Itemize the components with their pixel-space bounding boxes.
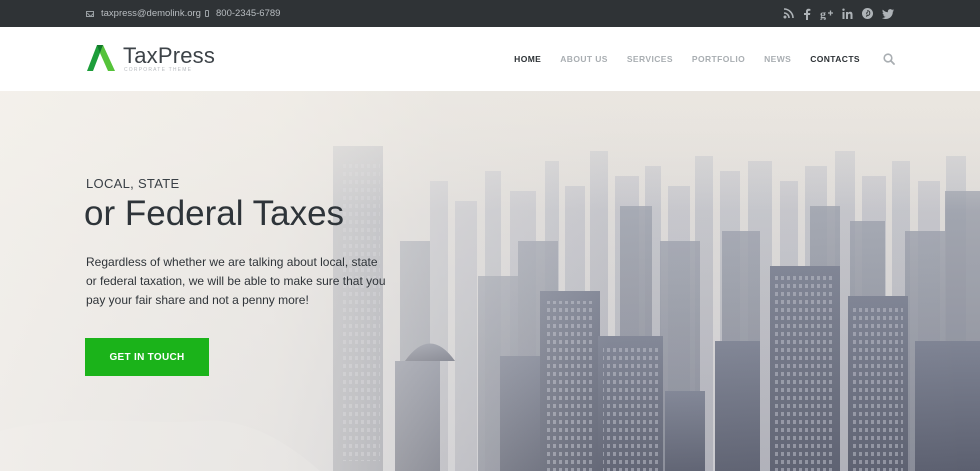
svg-text:g: g — [820, 8, 826, 20]
email-text[interactable]: taxpress@demolink.org — [101, 8, 201, 19]
contact-phone[interactable]: 800-2345-6789 — [205, 0, 280, 27]
google-plus-icon[interactable]: g — [820, 8, 833, 20]
pinterest-icon[interactable] — [862, 8, 873, 19]
phone-text[interactable]: 800-2345-6789 — [216, 8, 280, 19]
hero-paragraph: Regardless of whether we are talking abo… — [86, 255, 386, 307]
search-icon[interactable] — [883, 53, 895, 65]
facebook-icon[interactable] — [803, 8, 811, 20]
hero-headline: or Federal Taxes — [84, 194, 345, 233]
twitter-icon[interactable] — [882, 8, 894, 19]
nav-item-services[interactable]: SERVICES — [627, 54, 673, 64]
linkedin-icon[interactable] — [842, 8, 853, 19]
main-nav: HOME ABOUT US SERVICES PORTFOLIO NEWS CO… — [514, 27, 860, 91]
logo-tagline: CORPORATE THEME — [124, 67, 193, 73]
nav-item-about-us[interactable]: ABOUT US — [560, 54, 608, 64]
mobile-phone-icon — [205, 10, 209, 17]
nav-item-home[interactable]: HOME — [514, 54, 541, 64]
nav-item-portfolio[interactable]: PORTFOLIO — [692, 54, 745, 64]
site-header: TaxPress CORPORATE THEME HOME ABOUT US S… — [0, 27, 980, 91]
green-a-logo-icon — [87, 45, 115, 71]
envelope-icon — [86, 10, 94, 17]
nav-item-contacts[interactable]: CONTACTS — [810, 54, 860, 64]
contact-email[interactable]: taxpress@demolink.org — [86, 0, 201, 27]
logo-name: TaxPress — [123, 43, 216, 68]
top-bar: taxpress@demolink.org 800-2345-6789 g — [0, 0, 980, 27]
get-in-touch-button[interactable]: GET IN TOUCH — [85, 338, 209, 376]
rss-icon[interactable] — [783, 8, 794, 19]
hero-kicker: LOCAL, STATE — [86, 176, 180, 191]
hero-banner: LOCAL, STATE or Federal Taxes Regardless… — [0, 91, 980, 471]
social-links: g — [783, 0, 894, 27]
nav-item-news[interactable]: NEWS — [764, 54, 791, 64]
